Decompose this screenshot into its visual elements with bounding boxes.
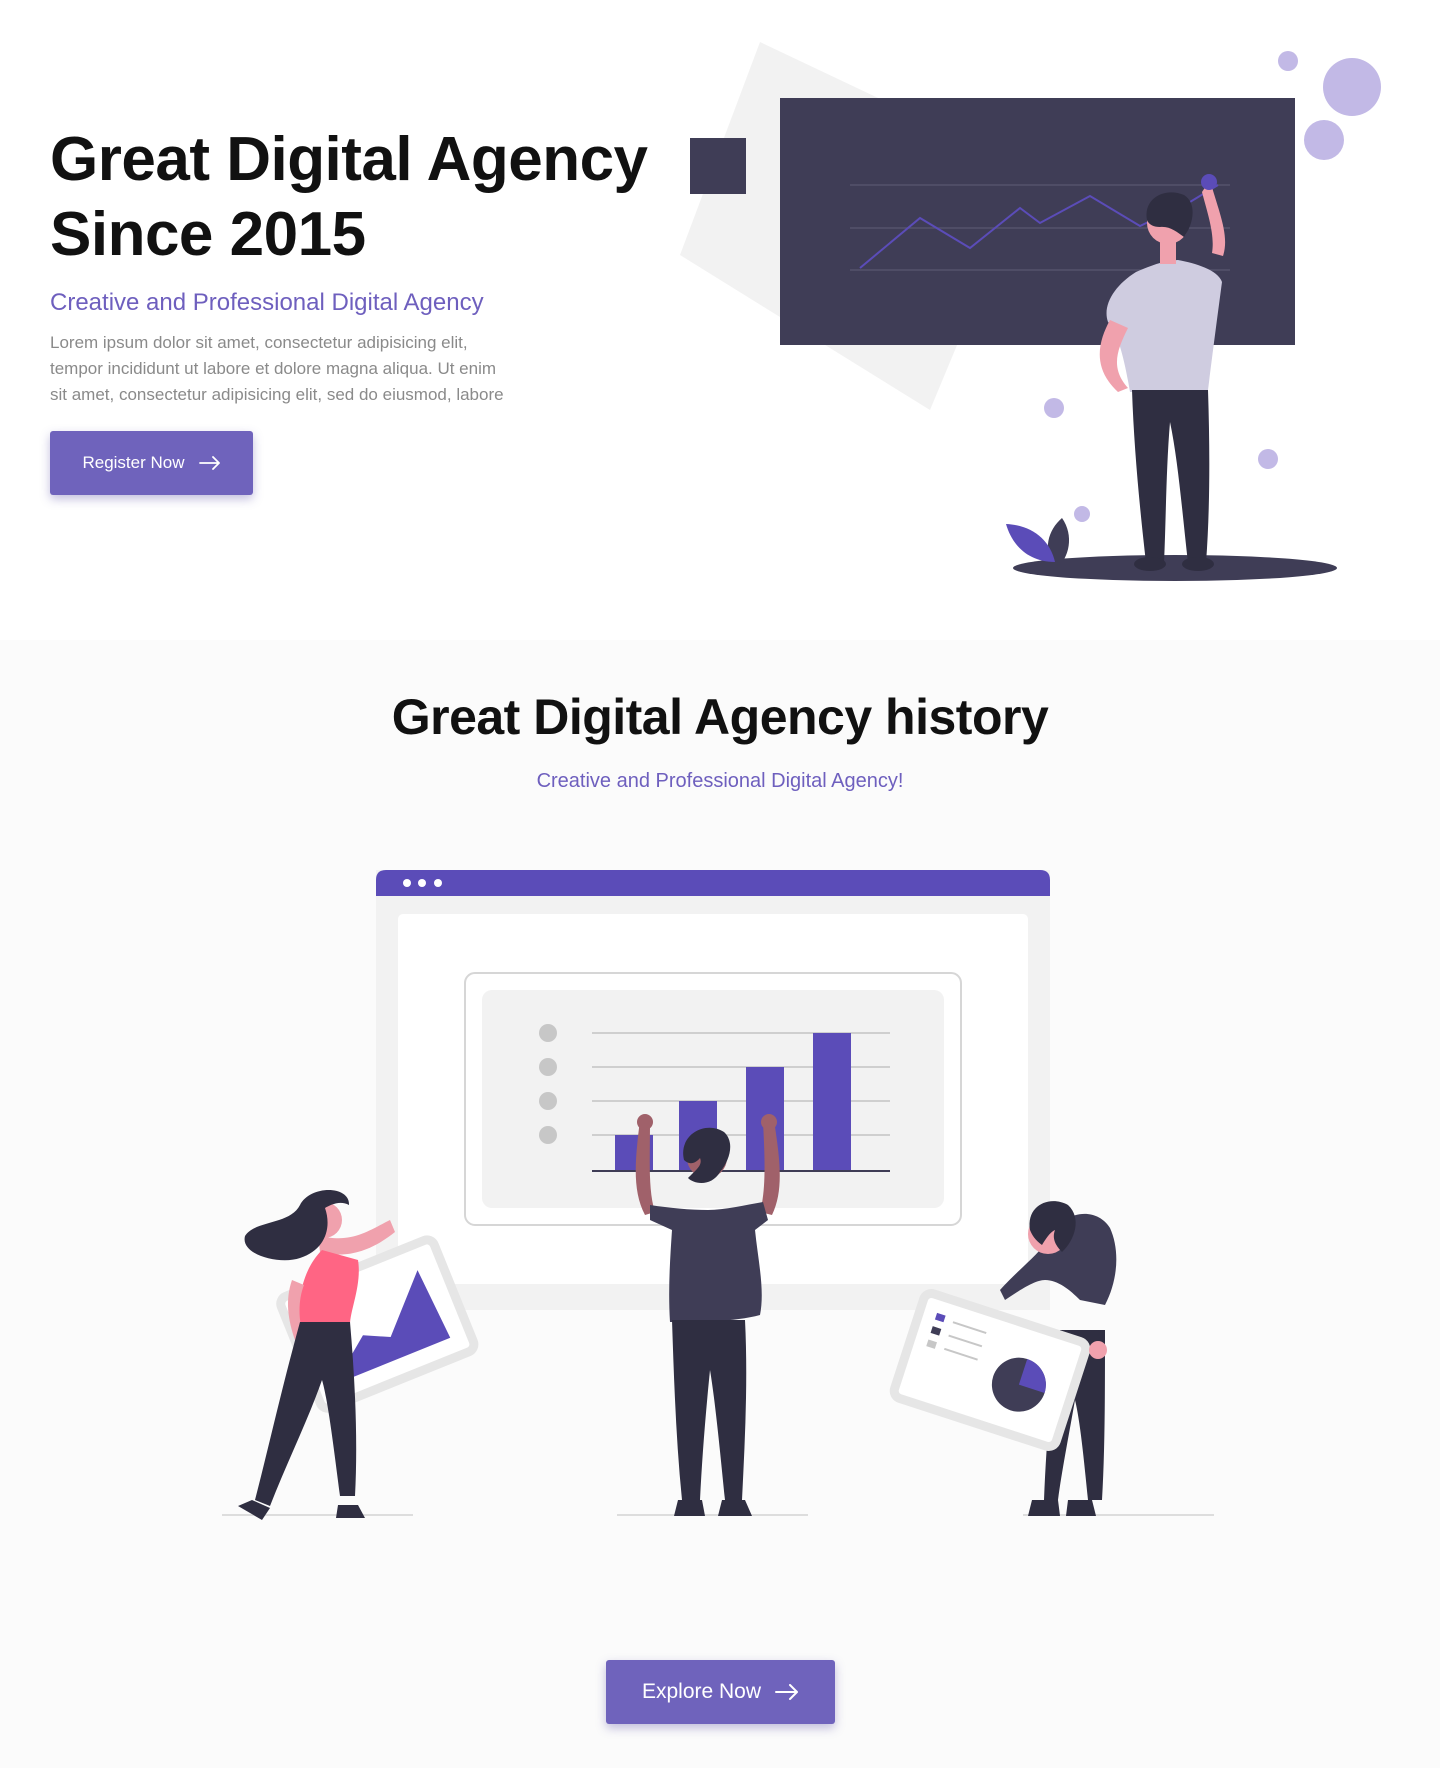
hero-illustration [670,30,1390,600]
history-title: Great Digital Agency history [391,689,1049,745]
explore-now-button[interactable]: Explore Now [606,1660,835,1724]
history-illustration [200,860,1240,1520]
hero-title: Great Digital Agency Since 2015 [50,122,650,272]
register-now-label: Register Now [82,453,185,472]
register-now-button[interactable]: Register Now [50,431,253,495]
history-section: Great Digital Agency history Creative an… [0,640,1440,1768]
history-subtitle: Creative and Professional Digital Agency… [536,770,904,792]
hero-description-line: Lorem ipsum dolor sit amet, consectetur … [50,333,468,352]
explore-now-label: Explore Now [641,1680,762,1703]
arrow-right-icon [775,1684,799,1700]
arrow-right-icon [198,456,221,470]
hero-section: Great Digital Agency Since 2015 Creative… [0,0,1440,640]
hero-description: Lorem ipsum dolor sit amet, consectetur … [50,330,590,408]
hero-title-line: Since 2015 [50,200,366,269]
hero-description-line: tempor incididunt ut labore et dolore ma… [50,359,497,378]
hero-description-line: sit amet, consectetur adipisicing elit, … [50,385,504,404]
hero-subtitle: Creative and Professional Digital Agency [50,289,484,316]
hero-title-line: Great Digital Agency [50,125,648,194]
